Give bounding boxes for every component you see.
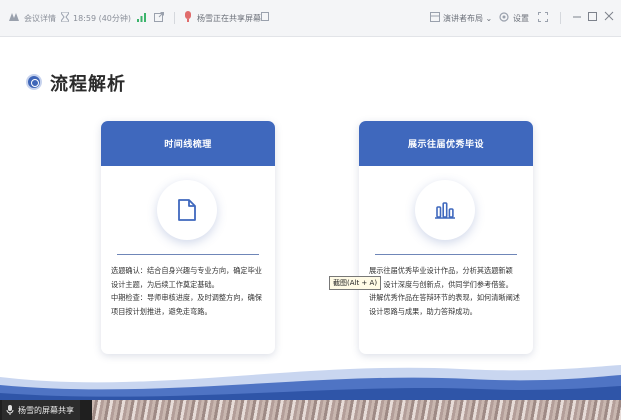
fullscreen-icon[interactable]: [538, 12, 548, 22]
desktop-strip: [92, 400, 621, 420]
meeting-info-link[interactable]: 会议详情: [24, 13, 56, 24]
external-share-icon[interactable]: [154, 12, 164, 22]
layout-label: 演讲者布局: [443, 14, 483, 23]
screenshot-tooltip: 截图(Alt + A): [329, 276, 382, 290]
bar-chart-icon: [435, 202, 455, 219]
share-tag-label: 杨雪的屏幕共享: [18, 405, 74, 415]
close-icon[interactable]: [604, 11, 614, 21]
card-icon-circle: [415, 180, 475, 240]
meeting-toolbar: 会议详情 18:59 (40分钟) 杨雪正在共享屏幕 演讲者布局 ⌄ 设置: [0, 0, 621, 37]
layout-dropdown[interactable]: 演讲者布局 ⌄: [443, 13, 492, 24]
shared-slide: 流程解析 时间线梳理 选题确认：结合自身兴趣与专业方向，确定毕业设计主题，为后续…: [0, 37, 621, 400]
screen-share-tag[interactable]: 杨雪的屏幕共享: [2, 400, 80, 420]
microphone-icon: [6, 405, 14, 415]
card-header: 展示往届优秀毕设: [359, 121, 533, 166]
share-status-text: 杨雪正在共享屏幕: [197, 14, 261, 23]
card-header: 时间线梳理: [101, 121, 275, 166]
settings-button[interactable]: 设置: [513, 13, 529, 24]
stop-share-icon[interactable]: [261, 12, 269, 21]
document-icon: [178, 199, 196, 221]
card-paragraph: 选题确认：结合自身兴趣与专业方向，确定毕业设计主题，为后续工作奠定基础。: [111, 266, 262, 289]
gear-icon[interactable]: [499, 12, 509, 22]
card-body: 选题确认：结合自身兴趣与专业方向，确定毕业设计主题，为后续工作奠定基础。 中期检…: [111, 264, 267, 318]
toolbar-divider: [174, 12, 175, 24]
card-body: 展示往届优秀毕业设计作品，分析其选题新颖性、设计深度与创新点，供同学们参考借鉴。…: [369, 264, 525, 318]
showcase-card: 展示往届优秀毕设 展示往届优秀毕业设计作品，分析其选题新颖性、设计深度与创新点，…: [359, 121, 533, 354]
network-signal-icon[interactable]: [137, 12, 146, 22]
minimize-icon[interactable]: [572, 12, 582, 22]
card-paragraph: 展示往届优秀毕业设计作品，分析其选题新颖性、设计深度与创新点，供同学们参考借鉴。: [369, 266, 513, 289]
maximize-icon[interactable]: [588, 12, 597, 21]
sharing-indicator-icon: [185, 11, 191, 22]
card-divider: [375, 254, 517, 255]
timeline-card: 时间线梳理 选题确认：结合自身兴趣与专业方向，确定毕业设计主题，为后续工作奠定基…: [101, 121, 275, 354]
app-logo-icon: [9, 13, 19, 21]
slide-title: 流程解析: [50, 74, 126, 95]
title-bullet-icon: [26, 74, 42, 90]
meeting-timer: 18:59 (40分钟): [73, 14, 132, 23]
card-divider: [117, 254, 259, 255]
toolbar-divider: [560, 12, 561, 24]
decorative-wave: [0, 365, 621, 400]
layout-icon: [430, 12, 440, 22]
card-paragraph: 中期检查：导师审核进度，及时调整方向，确保项目按计划推进，避免走弯路。: [111, 293, 262, 316]
hourglass-icon: [61, 12, 69, 22]
card-icon-circle: [157, 180, 217, 240]
card-paragraph: 讲解优秀作品在答辩环节的表现，如何清晰阐述设计思路与成果，助力答辩成功。: [369, 293, 520, 316]
